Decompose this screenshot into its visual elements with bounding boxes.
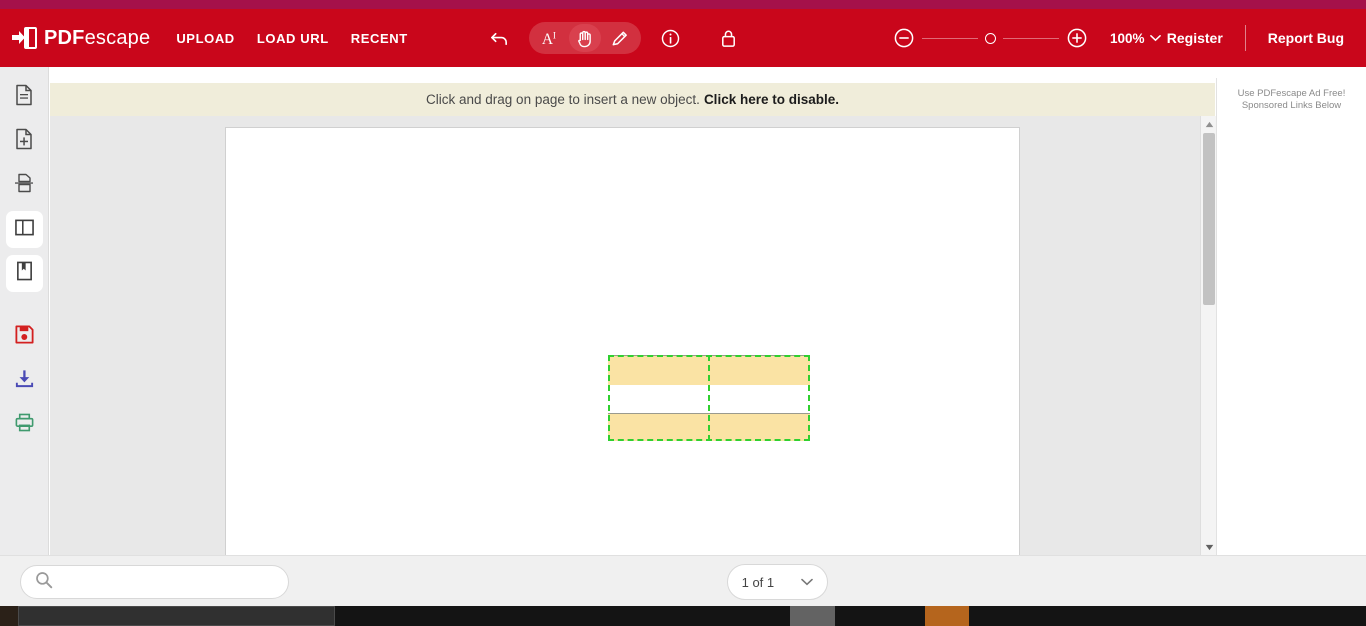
text-tool-icon[interactable]: A I	[535, 24, 567, 52]
sidebar-split-page[interactable]	[6, 167, 43, 204]
top-accent-strip	[0, 0, 1366, 9]
taskbar-segment	[925, 606, 969, 626]
chevron-down-icon	[801, 578, 814, 586]
sidebar-save[interactable]	[6, 318, 43, 355]
pdfescape-app: PDFescape UPLOAD LOAD URL RECENT A I 100…	[0, 0, 1366, 626]
selection-guide-top	[608, 355, 810, 357]
table-cell[interactable]	[608, 385, 709, 413]
nav-upload[interactable]: UPLOAD	[176, 31, 235, 46]
zoom-level-dropdown[interactable]: 100%	[1110, 31, 1161, 46]
sidebar-page-view[interactable]	[6, 79, 43, 116]
sidebar-bookmarks[interactable]	[5, 255, 43, 292]
search-icon	[35, 571, 53, 594]
undo-icon[interactable]	[482, 21, 516, 55]
pdfescape-logo-icon	[11, 27, 37, 49]
bottom-toolbar: 1 of 1	[0, 555, 1366, 606]
zoom-level-label: 100%	[1110, 30, 1145, 46]
sidebar-print[interactable]	[6, 406, 43, 443]
document-icon	[14, 84, 34, 111]
tool-cluster: A I	[482, 9, 745, 67]
nav-recent[interactable]: RECENT	[351, 31, 408, 46]
page-navigation-dropdown[interactable]: 1 of 1	[727, 564, 828, 600]
save-icon	[14, 324, 35, 350]
ad-panel-line-2: Sponsored Links Below	[1241, 99, 1342, 111]
header-divider	[1244, 25, 1246, 51]
sidebar-panel-layout[interactable]	[5, 211, 43, 248]
zoom-slider-track[interactable]	[922, 37, 978, 39]
ad-panel-line-1: Use PDFescape Ad Free!	[1237, 88, 1346, 99]
zoom-slider-handle[interactable]	[985, 32, 996, 44]
selection-guide-left	[608, 355, 610, 441]
zoom-in-icon[interactable]	[1066, 27, 1088, 49]
table-object[interactable]	[608, 355, 810, 441]
bookmark-page-icon	[15, 260, 34, 287]
brand-logo[interactable]: PDFescape	[11, 27, 150, 50]
sidebar-download[interactable]	[6, 362, 43, 399]
scrollbar-thumb[interactable]	[1203, 133, 1215, 305]
insert-object-notice: Click and drag on page to insert a new o…	[50, 83, 1215, 116]
left-sidebar	[0, 67, 49, 555]
report-bug-link[interactable]: Report Bug	[1268, 30, 1344, 46]
chevron-down-icon	[1149, 35, 1161, 42]
svg-text:I: I	[553, 30, 556, 40]
brand-escape-text: escape	[84, 26, 151, 49]
header-right: Register Report Bug	[1167, 9, 1366, 67]
app-header: PDFescape UPLOAD LOAD URL RECENT A I 100…	[0, 9, 1366, 67]
sidebar-insert-page[interactable]	[6, 123, 43, 160]
page-indicator-label: 1 of 1	[741, 574, 775, 590]
info-icon[interactable]	[653, 21, 687, 55]
panel-layout-icon	[14, 218, 35, 242]
notice-disable-link[interactable]: Click here to disable.	[704, 92, 839, 107]
table-cell[interactable]	[709, 355, 810, 385]
scroll-up-arrow-icon[interactable]	[1201, 116, 1217, 132]
document-scrollbar[interactable]	[1200, 116, 1216, 555]
zoom-slider-track-right[interactable]	[1003, 37, 1059, 39]
os-taskbar	[0, 606, 1366, 626]
lock-icon[interactable]	[711, 21, 745, 55]
nav-load-url[interactable]: LOAD URL	[257, 31, 329, 46]
active-tool-group: A I	[529, 22, 641, 54]
add-page-icon	[14, 128, 34, 155]
zoom-control: 100%	[893, 9, 1161, 67]
ad-panel: Use PDFescape Ad Free! Sponsored Links B…	[1216, 78, 1366, 555]
pencil-tool-icon[interactable]	[603, 24, 635, 52]
table-cell[interactable]	[709, 385, 810, 413]
taskbar-segment	[790, 606, 835, 626]
notice-text: Click and drag on page to insert a new o…	[426, 92, 700, 107]
register-link[interactable]: Register	[1167, 30, 1223, 46]
brand-pdf-text: PDF	[44, 26, 85, 49]
table-cell[interactable]	[608, 413, 709, 441]
selection-guide-middle	[708, 355, 710, 441]
printer-icon	[14, 412, 35, 438]
selection-guide-right	[808, 355, 810, 441]
hand-tool-icon[interactable]	[569, 24, 601, 52]
search-input[interactable]	[63, 574, 263, 590]
document-viewport[interactable]	[50, 116, 1215, 555]
brand-text: PDFescape	[44, 27, 150, 50]
table-cell[interactable]	[608, 355, 709, 385]
selection-guide-bottom	[608, 439, 810, 441]
search-box[interactable]	[20, 565, 289, 599]
table-cell[interactable]	[709, 413, 810, 441]
pdf-page[interactable]	[225, 127, 1020, 555]
zoom-out-icon[interactable]	[893, 27, 915, 49]
taskbar-window-button	[18, 606, 335, 626]
scroll-down-arrow-icon[interactable]	[1201, 539, 1217, 555]
taskbar-segment	[0, 606, 18, 626]
split-page-icon	[13, 172, 35, 199]
download-icon	[14, 368, 35, 394]
header-nav: UPLOAD LOAD URL RECENT	[176, 31, 408, 46]
